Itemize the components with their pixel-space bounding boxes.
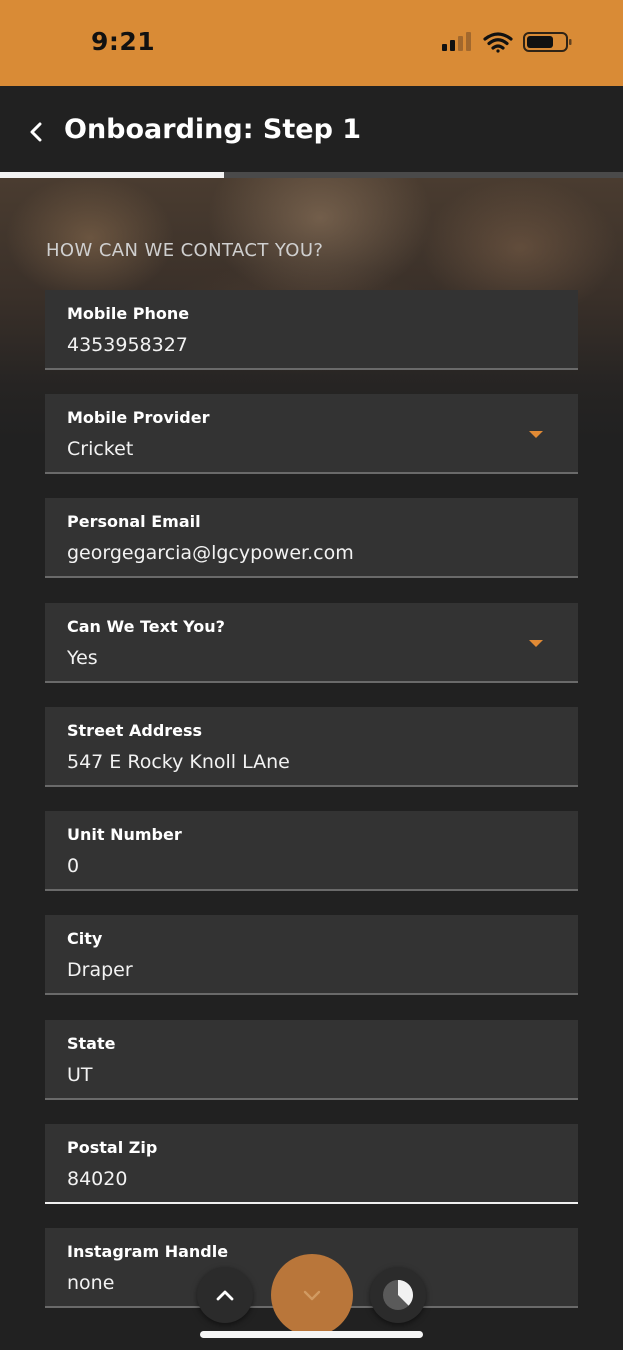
field-label: City: [67, 929, 103, 948]
unit-number-field[interactable]: Unit Number 0: [45, 811, 578, 891]
state-field[interactable]: State UT: [45, 1020, 578, 1100]
field-value: none: [67, 1272, 115, 1294]
wifi-icon: [483, 32, 513, 53]
status-icons: [442, 32, 572, 53]
pie-chart-icon: [383, 1280, 413, 1310]
can-text-select[interactable]: Can We Text You? Yes: [45, 603, 578, 683]
field-value: 84020: [67, 1168, 128, 1190]
next-field-button[interactable]: [271, 1254, 353, 1336]
field-label: Mobile Phone: [67, 304, 190, 323]
progress-pie-button[interactable]: [370, 1267, 426, 1323]
field-label: Personal Email: [67, 512, 201, 531]
field-label: Instagram Handle: [67, 1242, 229, 1261]
chevron-left-icon: [30, 122, 42, 142]
dropdown-arrow-icon: [529, 640, 543, 647]
field-value: Yes: [67, 647, 98, 669]
field-value: 0: [67, 855, 80, 877]
page-title: Onboarding: Step 1: [64, 114, 362, 145]
section-title: HOW CAN WE CONTACT YOU?: [46, 240, 324, 261]
home-indicator: [200, 1331, 423, 1338]
status-bar: 9:21: [0, 0, 623, 86]
field-value: 4353958327: [67, 334, 188, 356]
field-label: Postal Zip: [67, 1138, 158, 1157]
back-button[interactable]: [22, 118, 50, 146]
field-label: Unit Number: [67, 825, 182, 844]
postal-zip-field[interactable]: Postal Zip 84020: [45, 1124, 578, 1204]
field-label: Mobile Provider: [67, 408, 210, 427]
street-address-field[interactable]: Street Address 547 E Rocky Knoll LAne: [45, 707, 578, 787]
field-value: Cricket: [67, 438, 134, 460]
field-value: 547 E Rocky Knoll LAne: [67, 751, 290, 773]
battery-icon: [523, 32, 572, 52]
chevron-down-icon: [303, 1290, 321, 1301]
mobile-provider-select[interactable]: Mobile Provider Cricket: [45, 394, 578, 474]
field-value: Draper: [67, 959, 133, 981]
chevron-up-icon: [216, 1290, 234, 1301]
field-label: Street Address: [67, 721, 203, 740]
previous-field-button[interactable]: [197, 1267, 253, 1323]
field-label: Can We Text You?: [67, 617, 225, 636]
cellular-signal-icon: [442, 32, 471, 51]
field-label: State: [67, 1034, 116, 1053]
personal-email-field[interactable]: Personal Email georgegarcia@lgcypower.co…: [45, 498, 578, 578]
app-header: Onboarding: Step 1: [0, 86, 623, 174]
mobile-phone-field[interactable]: Mobile Phone 4353958327: [45, 290, 578, 370]
field-value: georgegarcia@lgcypower.com: [67, 542, 354, 564]
field-value: UT: [67, 1064, 93, 1086]
city-field[interactable]: City Draper: [45, 915, 578, 995]
status-time: 9:21: [91, 27, 156, 56]
dropdown-arrow-icon: [529, 431, 543, 438]
